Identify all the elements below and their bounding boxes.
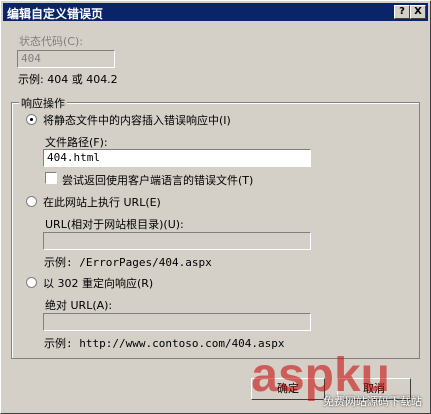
absolute-url-input[interactable] [43, 313, 311, 331]
status-code-label: 状态代码(C): [19, 35, 83, 48]
watermark-subtitle: 免费网站源码下载站 [323, 395, 422, 408]
file-path-label: 文件路径(F): [45, 136, 108, 149]
status-code-field[interactable]: 404 [17, 50, 115, 68]
radio-static-file-label[interactable]: 将静态文件中的内容插入错误响应中(I) [43, 112, 231, 128]
absolute-url-label: 绝对 URL(A): [45, 299, 113, 312]
radio-execute-url[interactable] [26, 196, 37, 207]
response-action-title: 响应操作 [19, 95, 67, 111]
relative-url-label: URL(相对于网站根目录)(U): [45, 218, 184, 231]
radio-static-file[interactable] [26, 114, 37, 125]
relative-url-input[interactable] [43, 232, 311, 250]
file-path-input[interactable]: 404.html [43, 149, 311, 167]
radio-execute-url-label[interactable]: 在此网站上执行 URL(E) [43, 194, 161, 210]
title-bar: 编辑自定义错误页 ? X [3, 3, 428, 21]
absolute-url-example: 示例: http://www.contoso.com/404.aspx [44, 337, 285, 350]
close-button[interactable]: X [410, 5, 426, 19]
radio-redirect-302[interactable] [26, 277, 37, 288]
window-title: 编辑自定义错误页 [7, 7, 104, 21]
status-code-example: 示例: 404 或 404.2 [18, 73, 118, 86]
client-language-label[interactable]: 尝试返回使用客户端语言的错误文件(T) [62, 172, 253, 188]
radio-redirect-302-label[interactable]: 以 302 重定向响应(R) [43, 275, 153, 291]
help-button[interactable]: ? [394, 5, 410, 19]
relative-url-example: 示例: /ErrorPages/404.aspx [44, 256, 212, 269]
client-language-checkbox[interactable] [45, 172, 57, 184]
dialog-window: 编辑自定义错误页 ? X 状态代码(C): 404 示例: 404 或 404.… [0, 0, 431, 414]
